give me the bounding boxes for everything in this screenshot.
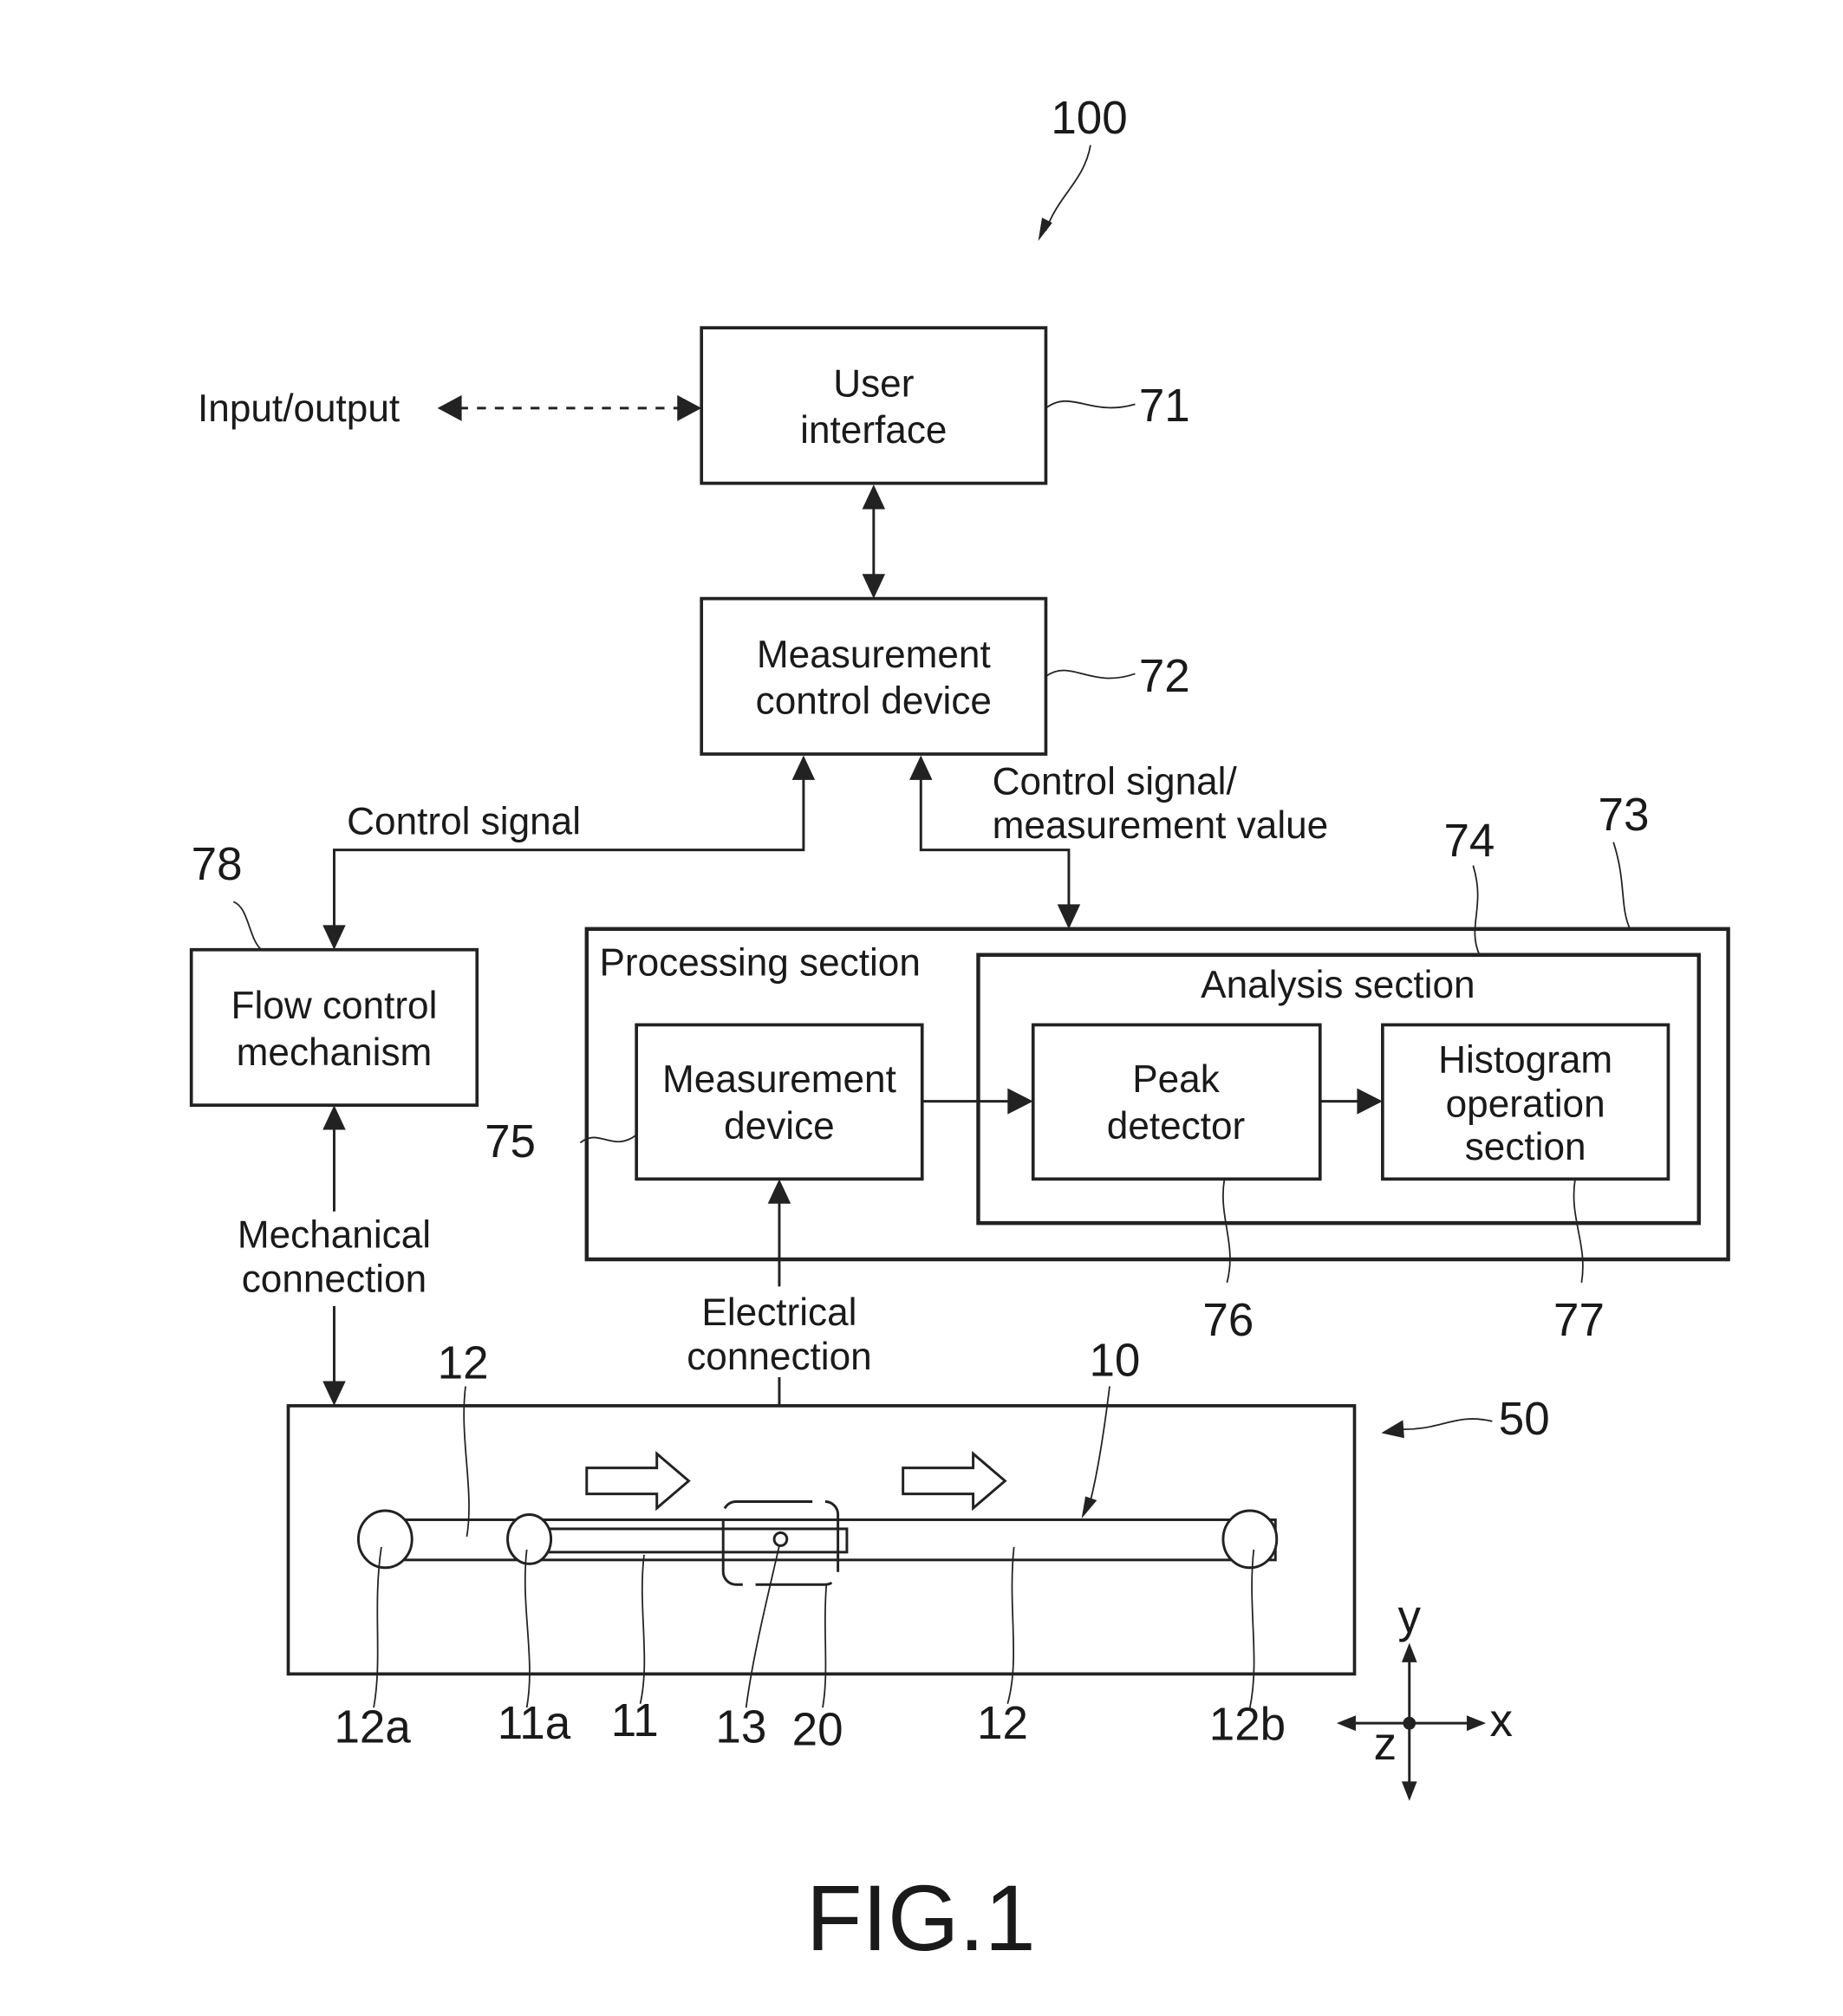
flow-control-line1: Flow control — [231, 985, 438, 1027]
control-signal-arrow-down — [322, 925, 346, 950]
measurement-device-block — [635, 1023, 924, 1181]
axis-y-arrow-down — [1401, 1781, 1417, 1801]
electrical-connection-line1: Electrical — [701, 1291, 856, 1334]
ref-74-label: 74 — [1443, 816, 1495, 867]
ref-76-label: 76 — [1202, 1295, 1254, 1346]
control-measurement-line2: measurement value — [993, 804, 1329, 847]
chip-ref-leader — [1397, 1418, 1493, 1430]
channel-11 — [528, 1527, 849, 1554]
ref-72-leader — [1045, 669, 1136, 680]
histogram-line3: section — [1465, 1126, 1586, 1168]
mechanical-arrow-up — [322, 1105, 346, 1130]
user-interface-block — [700, 326, 1048, 485]
electrical-connection-line2: connection — [687, 1336, 871, 1378]
measurement-control-device-block — [700, 596, 1048, 756]
well-12a — [356, 1509, 414, 1570]
aperture-13 — [772, 1531, 789, 1547]
mechanical-connection-line2: connection — [242, 1258, 427, 1300]
flow-control-mechanism-block — [189, 947, 479, 1107]
mcd-line2: control device — [756, 680, 992, 722]
label-13: 13 — [715, 1701, 766, 1753]
input-output-arrow-right — [677, 394, 702, 421]
histogram-line2: operation — [1446, 1083, 1605, 1125]
peak-detector-block — [1031, 1023, 1322, 1181]
axis-z-label: z — [1374, 1719, 1397, 1770]
axis-y-label: y — [1398, 1591, 1422, 1642]
label-20: 20 — [792, 1704, 843, 1755]
histogram-line1: Histogram — [1438, 1038, 1612, 1081]
control-measurement-line1: Control signal/ — [993, 760, 1238, 803]
label-12-lower: 12 — [977, 1698, 1028, 1749]
peak-detector-line2: detector — [1107, 1105, 1246, 1148]
measurement-device-line1: Measurement — [662, 1058, 896, 1101]
user-interface-line2: interface — [800, 409, 947, 452]
ref-75-label: 75 — [485, 1116, 536, 1167]
axis-z-origin — [1403, 1716, 1416, 1730]
ui-mcd-arrow-down — [862, 574, 886, 599]
ref-78-label: 78 — [192, 839, 243, 890]
user-interface-line1: User — [833, 362, 914, 405]
measurement-device-line2: device — [724, 1105, 835, 1148]
ref-78-leader — [232, 901, 263, 951]
ref-77-label: 77 — [1553, 1295, 1605, 1346]
label-12-upper: 12 — [438, 1337, 489, 1388]
figure-canvas: 100 User interface 71 Input/output Measu… — [189, 93, 1730, 1970]
label-11a: 11a — [498, 1698, 571, 1749]
control-measurement-arrow-up — [909, 755, 933, 780]
mechanical-arrow-down — [322, 1381, 346, 1406]
input-output-arrow-left — [437, 394, 462, 421]
well-12b — [1221, 1509, 1279, 1570]
label-12b: 12b — [1209, 1699, 1286, 1750]
peak-detector-line1: Peak — [1132, 1058, 1220, 1101]
label-12a: 12a — [334, 1701, 411, 1753]
analysis-section-title: Analysis section — [1201, 964, 1475, 1006]
input-output-label: Input/output — [198, 387, 401, 430]
ref-73-leader — [1612, 842, 1631, 930]
channel-ref-10-label: 10 — [1089, 1335, 1140, 1386]
figure-caption: FIG.1 — [806, 1865, 1036, 1970]
control-signal-arrow-up — [791, 755, 816, 780]
control-measurement-arrow-down — [1057, 904, 1081, 929]
chip-ref-label: 50 — [1499, 1393, 1550, 1444]
mcd-line1: Measurement — [757, 634, 991, 676]
axis-x-label: x — [1489, 1695, 1513, 1746]
flow-control-line2: mechanism — [237, 1031, 433, 1073]
mechanical-connection-line1: Mechanical — [238, 1213, 431, 1256]
processing-section-title: Processing section — [600, 941, 921, 984]
ref-71-leader — [1045, 400, 1136, 409]
ref-71-label: 71 — [1139, 380, 1190, 431]
well-11a — [506, 1512, 553, 1565]
ui-mcd-arrow-up — [862, 484, 886, 510]
system-ref-leader — [1045, 145, 1091, 231]
axis-x-arrow-right — [1466, 1715, 1487, 1732]
control-signal-label: Control signal — [347, 800, 581, 842]
ref-73-label: 73 — [1599, 790, 1650, 841]
chip-ref-arrowhead — [1381, 1420, 1404, 1439]
label-11: 11 — [611, 1695, 659, 1746]
system-ref-label: 100 — [1051, 93, 1127, 144]
axis-y-arrow-up — [1401, 1642, 1417, 1662]
axis-x-arrow-left — [1336, 1715, 1356, 1732]
ref-72-label: 72 — [1139, 651, 1190, 702]
